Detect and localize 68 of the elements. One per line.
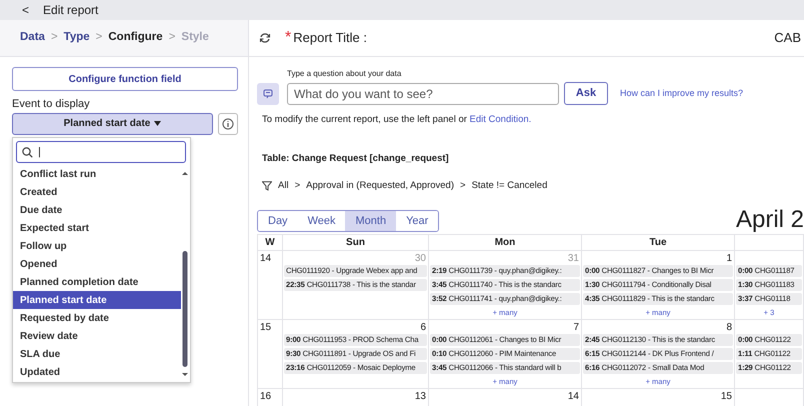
dropdown-option[interactable]: Planned completion date <box>13 273 181 291</box>
dropdown-option[interactable]: Opened <box>13 255 181 273</box>
separator-chevron: > <box>168 30 176 46</box>
caret-icon <box>154 121 162 126</box>
day-number: 8 <box>726 322 732 333</box>
back-button[interactable]: < <box>22 1 30 19</box>
refresh-icon[interactable] <box>259 32 271 44</box>
filter-condition[interactable]: All <box>278 178 289 193</box>
search-icon <box>22 146 33 158</box>
ask-button[interactable]: Ask <box>564 82 608 105</box>
week-number: 15 <box>259 320 272 335</box>
day-number: 1 <box>726 252 732 264</box>
info-icon <box>222 118 234 130</box>
day-number: 15 <box>720 390 732 402</box>
report-title-value: CAB <box>774 29 801 48</box>
column-header: Sun <box>282 234 428 250</box>
stepper-step[interactable]: Data <box>20 29 45 47</box>
day-number: 30 <box>414 252 426 264</box>
info-button[interactable] <box>218 112 238 134</box>
required-mark: * <box>285 30 292 46</box>
event-select[interactable]: Planned start date <box>12 112 213 134</box>
search-cursor: | <box>38 144 41 160</box>
question-input[interactable]: What do you want to see? <box>287 82 559 104</box>
dropdown-option[interactable]: Conflict last run <box>13 165 181 183</box>
dropdown-option[interactable]: Requested by date <box>13 309 181 327</box>
page-title: Edit report <box>43 2 98 19</box>
separator-chevron: > <box>50 30 58 46</box>
scrollbar[interactable] <box>182 171 188 377</box>
dropdown-option[interactable]: Created <box>13 183 181 201</box>
field-label: Event to display <box>12 97 91 112</box>
column-header: W <box>258 234 282 250</box>
dropdown-option[interactable]: Follow up <box>13 237 181 255</box>
stepper-step[interactable]: Configure <box>108 29 163 47</box>
week-number: 16 <box>259 390 272 404</box>
stepper-step: Style <box>181 29 209 47</box>
chat-icon <box>263 88 273 98</box>
stepper-step[interactable]: Type <box>64 29 90 47</box>
instruction-text: To modify the current report, use the left panel or Edit Condition. <box>262 113 532 127</box>
field-label: Type a question about your data <box>287 68 402 80</box>
filter-condition[interactable]: State != Canceled <box>472 178 548 193</box>
separator-chevron: > <box>96 30 102 46</box>
dropdown-option[interactable]: Due date <box>13 201 181 219</box>
month-title: April 2 <box>736 208 804 232</box>
configure-function-button[interactable]: Configure function field <box>12 67 238 91</box>
column-header: Mon <box>428 234 582 250</box>
help-link[interactable]: How can I improve my results? <box>620 86 744 100</box>
dropdown-option[interactable]: Planned start date <box>13 291 181 309</box>
breadcrumb-separator: > <box>294 178 300 192</box>
day-number: 6 <box>420 322 426 333</box>
day-number: 13 <box>414 390 426 402</box>
breadcrumb-separator: > <box>460 178 466 192</box>
day-number: 7 <box>573 322 579 333</box>
edit-condition-link[interactable]: Edit Condition. <box>470 114 532 125</box>
dropdown-option[interactable]: Updated <box>13 363 181 381</box>
week-number: 14 <box>259 252 272 266</box>
filter-icon[interactable] <box>262 180 272 191</box>
dropdown-option[interactable]: Review date <box>13 327 181 345</box>
table-label: Table: Change Request [change_request] <box>262 152 450 166</box>
filter-condition[interactable]: Approval in (Requested, Approved) <box>306 178 454 193</box>
day-number: 14 <box>568 390 579 402</box>
field-label: Report Title : <box>293 29 367 48</box>
search-field[interactable]: | <box>16 141 186 163</box>
day-number: 31 <box>568 252 579 264</box>
dropdown-option[interactable]: SLA due <box>13 345 181 363</box>
chat-button[interactable] <box>257 82 279 104</box>
view-tab[interactable]: Month <box>345 210 396 231</box>
dropdown-option[interactable]: Expected start <box>13 219 181 237</box>
column-header: Tue <box>582 234 734 250</box>
